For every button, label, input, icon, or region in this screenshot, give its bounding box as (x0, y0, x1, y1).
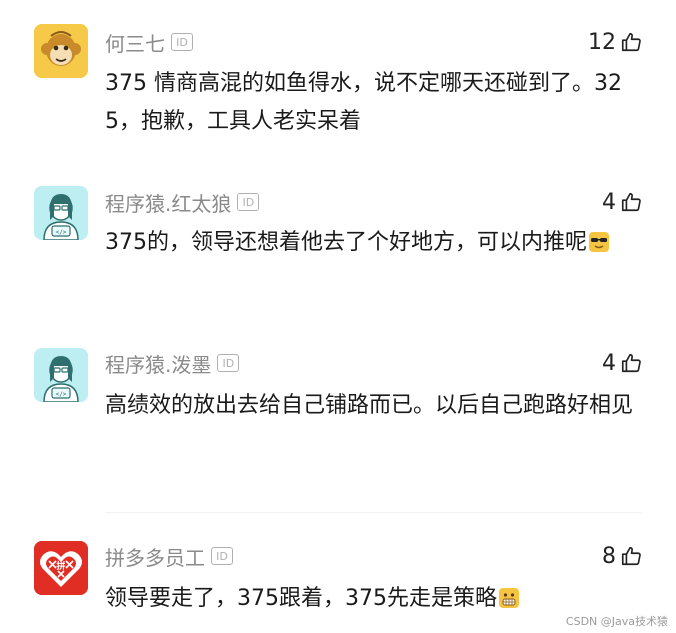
like-button[interactable]: 4 (602, 188, 642, 216)
comment-text-content: 高绩效的放出去给自己铺路而已。以后自己跑路好相见 (105, 393, 634, 418)
thumbs-up-icon (621, 353, 641, 373)
like-button[interactable]: 8 (602, 542, 642, 570)
avatar[interactable]: 拼 (34, 541, 88, 595)
divider (105, 512, 642, 513)
username-row: 拼多多员工 ID (105, 542, 233, 570)
comment-text: 375的，领导还想着他去了个好地方，可以内推呢 (105, 224, 650, 262)
username[interactable]: 程序猿.红太狼 (105, 188, 231, 217)
username[interactable]: 程序猿.泼墨 (105, 349, 211, 378)
username[interactable]: 何三七 (105, 28, 165, 57)
watermark: CSDN @Java技术猿 (565, 615, 668, 628)
like-count: 4 (602, 350, 616, 376)
comment-text: 375 情商高混的如鱼得水，说不定哪天还碰到了。325，抱歉，工具人老实呆着 (105, 65, 650, 141)
like-count: 4 (602, 189, 616, 215)
pinduoduo-avatar-icon: 拼 (34, 541, 88, 595)
username-row: 程序猿.泼墨 ID (105, 349, 240, 378)
comment-text: 高绩效的放出去给自己铺路而已。以后自己跑路好相见 (105, 387, 650, 425)
svg-text:拼: 拼 (56, 560, 65, 572)
like-button[interactable]: 12 (588, 28, 642, 56)
programmer-avatar-icon: </> (34, 348, 88, 402)
avatar[interactable]: </> (34, 348, 88, 402)
thumbs-up-icon (621, 32, 641, 52)
id-badge-icon: ID (217, 354, 240, 372)
id-badge-icon: ID (211, 547, 233, 565)
like-count: 12 (588, 29, 616, 55)
avatar[interactable] (34, 24, 88, 78)
username[interactable]: 拼多多员工 (105, 542, 205, 571)
thumbs-up-icon (621, 192, 641, 212)
svg-text:</>: </> (56, 391, 67, 398)
programmer-avatar-icon: </> (34, 186, 88, 240)
username-row: 程序猿.红太狼 ID (105, 188, 260, 217)
thumbs-up-icon (621, 546, 641, 566)
svg-text:</>: </> (56, 229, 67, 236)
comment-text-content: 375 情商高混的如鱼得水，说不定哪天还碰到了。325，抱歉，工具人老实呆着 (105, 71, 622, 134)
username-row: 何三七 ID (105, 28, 193, 56)
comment-text-content: 领导要走了，375跟着，375先走是策略 (105, 586, 497, 611)
like-button[interactable]: 4 (602, 349, 642, 377)
id-badge-icon: ID (237, 193, 260, 211)
like-count: 8 (602, 543, 616, 569)
sunglasses-emoji-icon (589, 232, 609, 252)
comment-text-content: 375的，领导还想着他去了个好地方，可以内推呢 (105, 230, 587, 255)
monkey-avatar-icon (34, 24, 88, 78)
avatar[interactable]: </> (34, 186, 88, 240)
id-badge-icon: ID (171, 33, 193, 51)
grimace-emoji-icon (498, 588, 519, 608)
